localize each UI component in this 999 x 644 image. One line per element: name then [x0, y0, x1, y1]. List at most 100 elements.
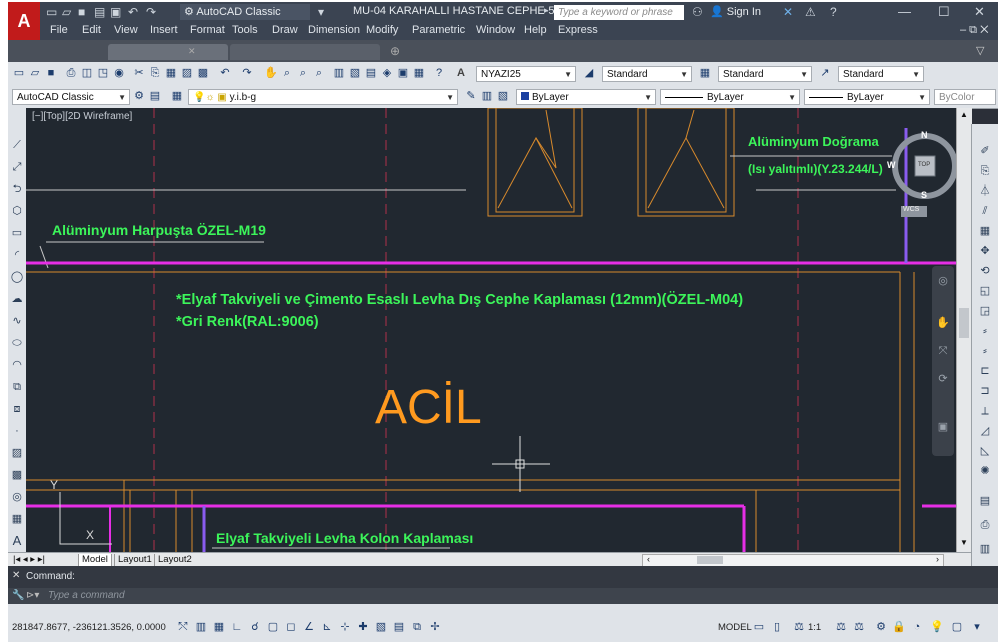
array-icon[interactable]: ▦ — [978, 224, 992, 238]
redo-icon[interactable]: ↷ — [240, 66, 254, 80]
point-icon[interactable]: · — [10, 424, 24, 438]
gradient-icon[interactable]: ▩ — [10, 468, 24, 482]
polyline-icon[interactable]: ⮌ — [10, 182, 24, 196]
otrack-icon[interactable]: ∠ — [302, 620, 316, 634]
layer-properties-icon[interactable]: ▦ — [170, 89, 184, 103]
clean-screen-icon[interactable]: ▢ — [950, 620, 964, 634]
arc-icon[interactable]: ◜ — [10, 248, 24, 262]
cut-icon[interactable]: ✂ — [132, 66, 146, 80]
showmotion-icon[interactable]: ▣ — [936, 420, 950, 434]
viewcube-top-face[interactable]: TOP — [918, 162, 930, 168]
exchange-apps-icon[interactable]: ✕ — [783, 5, 793, 19]
multileader-style-icon[interactable]: ↗ — [818, 66, 832, 80]
scale-icon[interactable]: ◱ — [978, 284, 992, 298]
join-icon[interactable]: ⊐ — [978, 384, 992, 398]
vertical-scrollbar[interactable]: ▲ ▼ — [956, 108, 972, 552]
erase-icon[interactable]: ✐ — [978, 144, 992, 158]
menu-dimension[interactable]: Dimension — [308, 24, 360, 36]
plot-tool-icon[interactable]: ⎙ — [978, 518, 992, 532]
command-input[interactable]: Type a command — [48, 590, 125, 601]
file-tab-2[interactable] — [230, 44, 380, 60]
coordinates-readout[interactable]: 281847.8677, -236121.3526, 0.0000 — [12, 622, 166, 633]
binoculars-icon[interactable]: ⚇ — [692, 5, 703, 19]
table-style-icon[interactable]: ▦ — [698, 66, 712, 80]
menu-express[interactable]: Express — [558, 24, 598, 36]
mtext-icon[interactable]: A — [10, 534, 24, 548]
viewcube-west[interactable]: W — [887, 160, 896, 170]
zoom-window-icon[interactable]: ⌕ — [296, 66, 310, 80]
copy-icon[interactable]: ⎘ — [148, 66, 162, 80]
stretch-icon[interactable]: ◲ — [978, 304, 992, 318]
plotstyle-combo[interactable]: ByColor — [934, 89, 996, 105]
tab-layout2[interactable]: Layout2 — [154, 554, 195, 566]
model-space-toggle[interactable]: MODEL — [718, 622, 752, 633]
a360-icon[interactable]: ⚠ — [805, 5, 816, 19]
workspace-settings-icon[interactable]: ⚙ — [132, 89, 146, 103]
command-close-icon[interactable]: ✕ — [12, 570, 20, 581]
grid-icon[interactable]: ▦ — [212, 620, 226, 634]
calculator-icon[interactable]: ▦ — [412, 66, 426, 80]
blend-icon[interactable]: ◺ — [978, 444, 992, 458]
undo-icon[interactable]: ↶ — [218, 66, 232, 80]
multileader-style-combo[interactable]: Standard ▼ — [838, 66, 924, 82]
ortho-icon[interactable]: ∟ — [230, 620, 244, 634]
undo-icon[interactable]: ↶ — [128, 5, 138, 19]
lineweight-combo[interactable]: ByLayer ▼ — [804, 89, 930, 105]
snap-mode-icon[interactable]: ▥ — [194, 620, 208, 634]
maximize-button[interactable]: ☐ — [938, 4, 950, 20]
scroll-left-icon[interactable]: ‹ — [647, 554, 650, 564]
tab-nav-arrows[interactable]: |◂ ◂ ▸ ▸| — [10, 554, 48, 566]
drawing-canvas[interactable]: [−][Top][2D Wireframe] Alüminyum Doğrama… — [26, 108, 956, 552]
open-icon[interactable]: ▱ — [28, 66, 42, 80]
menu-format[interactable]: Format — [190, 24, 225, 36]
markup-icon[interactable]: ▣ — [396, 66, 410, 80]
chamfer-icon[interactable]: ⟂ — [978, 404, 992, 418]
offset-icon[interactable]: ⫽ — [978, 204, 992, 218]
viewcube[interactable]: N S E W TOP WCS — [887, 128, 956, 218]
layer-state-icon[interactable]: ▧ — [496, 89, 510, 103]
annotation-monitor-icon[interactable]: ✢ — [428, 620, 442, 634]
copy-object-icon[interactable]: ⎘ — [978, 164, 992, 178]
scroll-thumb[interactable] — [959, 308, 969, 338]
color-combo[interactable]: ByLayer ▼ — [516, 89, 656, 105]
zoom-previous-icon[interactable]: ⌕ — [312, 66, 326, 80]
scroll-down-icon[interactable]: ▼ — [960, 538, 968, 547]
make-block-icon[interactable]: ⧈ — [10, 402, 24, 416]
save-icon[interactable]: ■ — [78, 5, 85, 19]
wcs-menu[interactable]: WCS — [903, 206, 919, 213]
hardware-acceleration-icon[interactable]: ◔ — [910, 620, 924, 634]
extend-icon[interactable]: ⸗ — [978, 344, 992, 358]
file-tab[interactable] — [108, 44, 228, 60]
move-icon[interactable]: ✥ — [978, 244, 992, 258]
workspace-combo[interactable]: AutoCAD Classic ▼ — [12, 89, 130, 105]
design-center-icon[interactable]: ▧ — [348, 66, 362, 80]
hscroll-thumb[interactable] — [697, 556, 723, 564]
dim-style-icon[interactable]: ◢ — [582, 66, 596, 80]
isolate-objects-icon[interactable]: 💡 — [930, 620, 944, 634]
make-current-icon[interactable]: ✎ — [464, 89, 478, 103]
viewport-label[interactable]: [−][Top][2D Wireframe] — [32, 111, 132, 122]
linetype-combo[interactable]: ByLayer ▼ — [660, 89, 800, 105]
plot-icon[interactable]: ▣ — [110, 5, 121, 19]
properties-icon[interactable]: ▥ — [332, 66, 346, 80]
orbit-icon[interactable]: ⟳ — [936, 372, 950, 386]
insert-block-icon[interactable]: ⧉ — [10, 380, 24, 394]
sign-in-button[interactable]: 👤 Sign In — [710, 5, 761, 18]
lineweight-toggle-icon[interactable]: ✚ — [356, 620, 370, 634]
autocad-logo[interactable]: A — [8, 2, 40, 40]
menu-parametric[interactable]: Parametric — [412, 24, 465, 36]
scroll-up-icon[interactable]: ▲ — [960, 110, 968, 119]
text-style-combo[interactable]: NYAZI25 ▼ — [476, 66, 576, 82]
minimize-button[interactable]: — — [898, 4, 911, 19]
dyn-icon[interactable]: ⊹ — [338, 620, 352, 634]
help-icon[interactable]: ? — [830, 5, 837, 19]
text-style-icon[interactable]: A — [454, 66, 468, 80]
menu-insert[interactable]: Insert — [150, 24, 178, 36]
preview-icon[interactable]: ◫ — [80, 66, 94, 80]
workspace-selector[interactable]: ⚙ AutoCAD Classic — [180, 4, 310, 20]
menu-edit[interactable]: Edit — [82, 24, 101, 36]
zoom-realtime-icon[interactable]: ⌕ — [280, 66, 294, 80]
mirror-icon[interactable]: ⏃ — [978, 184, 992, 198]
quick-view-drawings-icon[interactable]: ▯ — [770, 620, 784, 634]
tool-palettes-icon[interactable]: ▤ — [364, 66, 378, 80]
